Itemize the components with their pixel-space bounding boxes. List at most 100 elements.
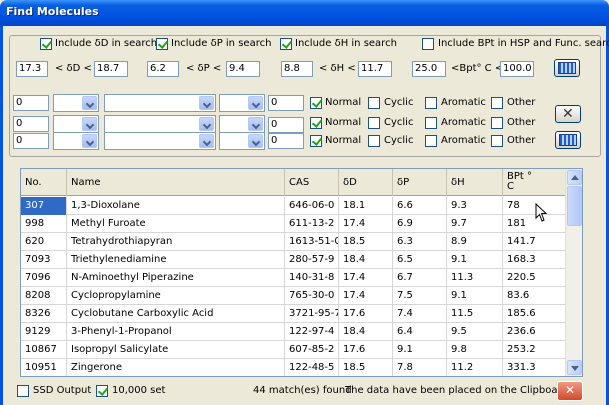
table-row[interactable]: 620 Tetrahydrothiapyran 1613-51-0 18.5 6.3 8.… (21, 233, 566, 251)
normal-checkbox[interactable] (310, 117, 322, 129)
cell-p: 7.4 (393, 305, 447, 323)
cyclic-checkbox[interactable] (368, 117, 380, 129)
column-header-d[interactable]: δD (339, 169, 393, 196)
title-bar[interactable]: Find Molecules (0, 0, 609, 26)
cell-name: Cyclobutane Carboxylic Acid (67, 305, 285, 323)
group-combo-a[interactable] (53, 115, 99, 133)
set-10000-checkbox[interactable] (96, 385, 108, 397)
group-count-input[interactable]: 0 (13, 133, 49, 149)
cell-no: 307 (21, 197, 67, 215)
table-header: No. Name CAS δD δP δH BPt ° C (21, 169, 566, 196)
cell-p: 6.4 (393, 323, 447, 341)
cell-name: N-Aminoethyl Piperazine (67, 269, 285, 287)
table-row[interactable]: 7093 Triethylenediamine 280-57-9 18.4 6.5 9.1… (21, 251, 566, 269)
column-header-no[interactable]: No. (21, 169, 67, 196)
group-combo-b[interactable] (104, 94, 216, 112)
cell-cas: 1613-51-0 (285, 233, 339, 251)
cell-bpt: 220.5 (503, 269, 566, 287)
vertical-scrollbar[interactable] (565, 169, 582, 376)
include-bpt-checkbox[interactable] (422, 38, 434, 50)
chevron-down-icon (199, 134, 214, 148)
match-count: 44 match(es) found (253, 385, 352, 396)
aromatic-checkbox[interactable] (425, 117, 437, 129)
table-row[interactable]: 10867 Isopropyl Salicylate 607-85-2 17.6 9.1… (21, 341, 566, 359)
ssd-output-label: SSD Output (33, 385, 92, 396)
cell-no: 10867 (21, 341, 67, 359)
other-checkbox[interactable] (491, 117, 503, 129)
column-header-bpt[interactable]: BPt ° C (503, 169, 566, 196)
aromatic-checkbox[interactable] (425, 97, 437, 109)
p-min-input[interactable]: 6.2 (147, 61, 179, 77)
cell-cas: 611-13-2 (285, 215, 339, 233)
table-row[interactable]: 8208 Cyclopropylamine 765-30-0 17.4 7.5 9.1 83… (21, 287, 566, 305)
bpt-min-input[interactable]: 25.0 (412, 61, 446, 77)
ssd-output-checkbox[interactable] (17, 385, 29, 397)
table-row[interactable]: 8326 Cyclobutane Carboxylic Acid 3721-95-7… (21, 305, 566, 323)
cyclic-checkbox[interactable] (368, 97, 380, 109)
group-combo-b[interactable] (104, 132, 216, 150)
table-row[interactable]: 998 Methyl Furoate 611-13-2 17.4 6.9 9.7 181 (21, 215, 566, 233)
group-count2-input[interactable]: 0 (268, 133, 304, 149)
include-p-checkbox[interactable] (156, 38, 168, 50)
include-bpt-label: Include BPt in HSP and Func. search (438, 38, 609, 49)
group-count2-input[interactable]: 0 (268, 117, 304, 133)
chevron-up-icon (571, 175, 579, 180)
clipboard-status: The data have been placed on the Clipboa… (345, 385, 568, 396)
group-count-input[interactable]: 0 (13, 95, 49, 111)
cell-no: 10951 (21, 359, 67, 376)
normal-checkbox[interactable] (310, 97, 322, 109)
clear-button[interactable]: ✕ (555, 105, 581, 123)
close-icon: ✕ (562, 106, 574, 122)
scroll-thumb[interactable] (567, 186, 582, 226)
d-max-input[interactable]: 18.7 (94, 61, 128, 77)
group-combo-a[interactable] (53, 94, 99, 112)
group-combo-c[interactable] (219, 132, 265, 150)
exit-button[interactable] (557, 381, 583, 401)
table-row[interactable]: 10951 Zingerone 122-48-5 18.5 7.8 11.2 331.3 (21, 359, 566, 376)
column-header-p[interactable]: δP (393, 169, 447, 196)
calculator-icon (558, 62, 576, 74)
other-checkbox[interactable] (491, 135, 503, 147)
d-min-input[interactable]: 17.3 (16, 61, 48, 77)
h-min-input[interactable]: 8.8 (281, 61, 313, 77)
group-combo-c[interactable] (219, 115, 265, 133)
chevron-down-icon (199, 96, 214, 110)
group-count2-input[interactable]: 0 (268, 95, 304, 111)
group-combo-b[interactable] (104, 115, 216, 133)
bpt-range-label: <Bpt° C < (451, 63, 504, 74)
p-max-input[interactable]: 9.4 (226, 61, 260, 77)
group-count-input[interactable]: 0 (13, 116, 49, 132)
other-checkbox[interactable] (491, 97, 503, 109)
column-header-h[interactable]: δH (447, 169, 503, 196)
scroll-down-button[interactable] (567, 360, 582, 375)
cell-no: 7096 (21, 269, 67, 287)
group-combo-a[interactable] (53, 132, 99, 150)
chevron-down-icon (82, 96, 97, 110)
calculate-button[interactable] (554, 59, 580, 77)
scroll-up-button[interactable] (567, 170, 582, 185)
column-header-bpt-line2: C (507, 181, 514, 192)
h-range-label: < δH < (319, 63, 356, 74)
column-header-name[interactable]: Name (67, 169, 285, 196)
calculate-groups-button[interactable] (555, 131, 581, 149)
aromatic-checkbox[interactable] (425, 135, 437, 147)
normal-checkbox[interactable] (310, 135, 322, 147)
column-header-cas[interactable]: CAS (285, 169, 339, 196)
h-max-input[interactable]: 11.7 (358, 61, 392, 77)
cell-d: 18.5 (339, 233, 393, 251)
cell-name: Tetrahydrothiapyran (67, 233, 285, 251)
cyclic-checkbox[interactable] (368, 135, 380, 147)
bpt-max-input[interactable]: 100.0 (500, 61, 534, 77)
include-h-label: Include δH in search (295, 38, 397, 49)
group-combo-c[interactable] (219, 94, 265, 112)
table-row[interactable]: 9129 3-Phenyl-1-Propanol 122-97-4 18.4 6.4 9.… (21, 323, 566, 341)
cell-h: 11.5 (447, 305, 503, 323)
results-table[interactable]: No. Name CAS δD δP δH BPt ° C 307 1,3-Dio… (20, 168, 583, 377)
include-d-checkbox[interactable] (40, 38, 52, 50)
include-h-checkbox[interactable] (280, 38, 292, 50)
table-row[interactable]: 7096 N-Aminoethyl Piperazine 140-31-8 17.4 6… (21, 269, 566, 287)
cyclic-label: Cyclic (384, 135, 414, 146)
cell-d: 17.4 (339, 269, 393, 287)
normal-label: Normal (325, 135, 362, 146)
table-row[interactable]: 307 1,3-Dioxolane 646-06-0 18.1 6.6 9.3 78 (21, 197, 566, 215)
